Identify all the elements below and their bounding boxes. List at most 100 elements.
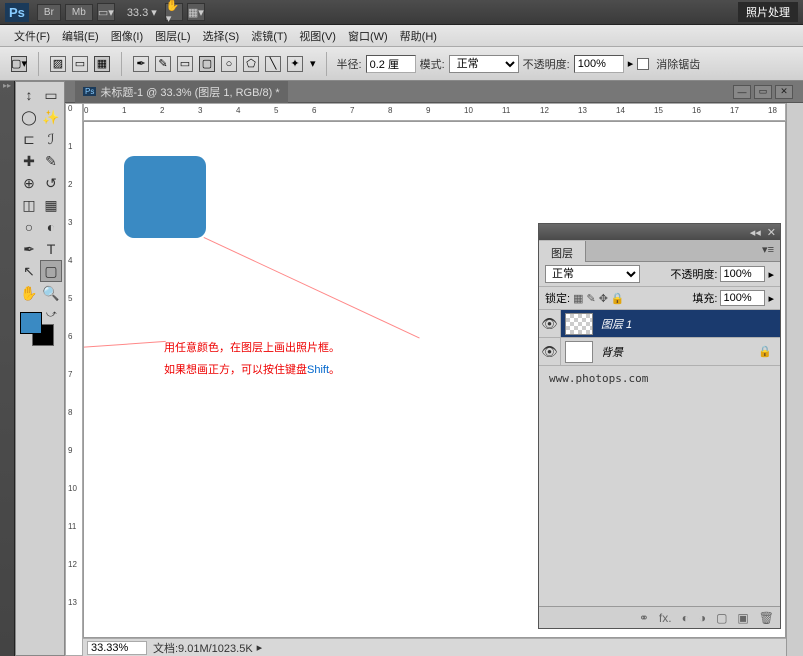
hand-tool-icon[interactable]: ✋ xyxy=(18,282,40,304)
watermark-url: www.photops.com xyxy=(539,366,780,391)
layer-name[interactable]: 图层 1 xyxy=(597,316,780,332)
visibility-icon[interactable]: 👁 xyxy=(539,310,561,337)
eraser-tool-icon[interactable]: ◫ xyxy=(18,194,40,216)
blend-mode-select[interactable]: 正常 xyxy=(545,265,640,283)
screen-mode-icon[interactable]: ▭▾ xyxy=(97,3,115,21)
zoom-display[interactable]: 33.3 ▾ xyxy=(127,6,157,19)
gradient-tool-icon[interactable]: ▦ xyxy=(40,194,62,216)
custom-shape-icon[interactable]: ✦ xyxy=(287,56,303,72)
adjustment-layer-icon[interactable]: ◑ xyxy=(699,611,706,625)
lock-pixels-icon[interactable]: ✎ xyxy=(586,292,595,305)
ruler-horizontal[interactable]: 0123456789101112131415161718 xyxy=(83,103,786,121)
menu-filter[interactable]: 滤镜(T) xyxy=(245,26,293,46)
history-brush-icon[interactable]: ↺ xyxy=(40,172,62,194)
menu-view[interactable]: 视图(V) xyxy=(293,26,342,46)
layer-thumbnail[interactable] xyxy=(565,341,593,363)
status-doc-size[interactable]: 文档:9.01M/1023.5K xyxy=(153,640,253,656)
pen-icon[interactable]: ✒ xyxy=(133,56,149,72)
mode-paths-icon[interactable]: ▭ xyxy=(72,56,88,72)
link-layers-icon[interactable]: ⚭ xyxy=(639,611,649,625)
crop-tool-icon[interactable]: ⊏ xyxy=(18,128,40,150)
move-tool-icon[interactable]: ↕ xyxy=(18,84,40,106)
minimize-icon[interactable]: — xyxy=(733,85,751,99)
radius-label: 半径: xyxy=(337,56,362,72)
opacity-input[interactable] xyxy=(574,55,624,73)
path-select-icon[interactable]: ↖ xyxy=(18,260,40,282)
bridge-button[interactable]: Br xyxy=(37,4,61,21)
flyout-icon[interactable]: ▸ xyxy=(768,292,774,305)
marquee-tool-icon[interactable]: ▭ xyxy=(40,84,62,106)
dodge-tool-icon[interactable]: ◐ xyxy=(40,216,62,238)
lock-all-icon[interactable]: 🔒 xyxy=(611,292,625,305)
menu-file[interactable]: 文件(F) xyxy=(8,26,56,46)
menu-help[interactable]: 帮助(H) xyxy=(394,26,443,46)
layer-thumbnail[interactable] xyxy=(565,313,593,335)
shape-tool-icon[interactable]: ▢ xyxy=(40,260,62,282)
group-icon[interactable]: ▢ xyxy=(716,611,727,625)
flyout-icon[interactable]: ▸ xyxy=(768,268,774,281)
opacity-flyout-icon[interactable]: ▸ xyxy=(628,57,634,70)
minibridge-button[interactable]: Mb xyxy=(65,4,93,21)
close-icon[interactable]: ✕ xyxy=(775,85,793,99)
arrange-icon[interactable]: ▦▾ xyxy=(187,3,205,21)
menu-image[interactable]: 图像(I) xyxy=(105,26,149,46)
layer-item[interactable]: 👁 图层 1 xyxy=(539,310,780,338)
foreground-swatch[interactable] xyxy=(20,312,42,334)
panel-menu-icon[interactable]: ▾≡ xyxy=(756,240,780,261)
mode-shape-layer-icon[interactable]: ▨ xyxy=(50,56,66,72)
new-layer-icon[interactable]: ▣ xyxy=(737,611,748,625)
layer-fill-input[interactable] xyxy=(720,290,765,306)
workspace-selector[interactable]: 照片处理 xyxy=(738,2,798,22)
panel-close-icon[interactable]: ✕ xyxy=(767,226,776,239)
document-tab[interactable]: Ps未标题-1 @ 33.3% (图层 1, RGB/8) * xyxy=(75,81,288,103)
line-icon[interactable]: ╲ xyxy=(265,56,281,72)
lock-transparency-icon[interactable]: ▦ xyxy=(573,292,583,305)
stamp-tool-icon[interactable]: ⊕ xyxy=(18,172,40,194)
heal-tool-icon[interactable]: ✚ xyxy=(18,150,40,172)
annotation-text: 用任意颜色，在图层上画出照片框。 如果想画正方，可以按住键盘Shift。 xyxy=(164,337,340,381)
visibility-icon[interactable]: 👁 xyxy=(539,338,561,365)
freeform-pen-icon[interactable]: ✎ xyxy=(155,56,171,72)
scrollbar-vertical[interactable] xyxy=(786,103,803,656)
tool-preset[interactable]: ▢▾ xyxy=(11,56,27,72)
delete-layer-icon[interactable]: 🗑 xyxy=(759,611,774,625)
brush-tool-icon[interactable]: ✎ xyxy=(40,150,62,172)
ruler-vertical[interactable]: 012345678910111213 xyxy=(65,103,83,656)
opacity-label: 不透明度: xyxy=(523,56,570,72)
menu-edit[interactable]: 编辑(E) xyxy=(56,26,105,46)
menu-layer[interactable]: 图层(L) xyxy=(149,26,196,46)
antialias-checkbox[interactable] xyxy=(637,58,649,70)
layer-item[interactable]: 👁 背景 🔒 xyxy=(539,338,780,366)
eyedropper-tool-icon[interactable]: ℐ xyxy=(40,128,62,150)
swap-colors-icon[interactable]: ⤻ xyxy=(46,309,57,320)
menu-select[interactable]: 选择(S) xyxy=(197,26,246,46)
radius-input[interactable] xyxy=(366,55,416,73)
pen-tool-icon[interactable]: ✒ xyxy=(18,238,40,260)
layer-name[interactable]: 背景 xyxy=(597,344,758,360)
hand-tool-icon[interactable]: ✋▾ xyxy=(165,3,183,21)
maximize-icon[interactable]: ▭ xyxy=(754,85,772,99)
zoom-tool-icon[interactable]: 🔍 xyxy=(40,282,62,304)
collapse-icon[interactable]: ◂◂ xyxy=(750,226,761,239)
lock-position-icon[interactable]: ✥ xyxy=(599,292,608,305)
lasso-tool-icon[interactable]: ◯ xyxy=(18,106,40,128)
mode-fill-pixels-icon[interactable]: ▦ xyxy=(94,56,110,72)
type-tool-icon[interactable]: T xyxy=(40,238,62,260)
layers-tab[interactable]: 图层 xyxy=(539,241,586,262)
color-swatches[interactable]: ⤻ xyxy=(18,312,62,352)
layer-fx-icon[interactable]: fx. xyxy=(659,611,672,625)
document-tab-bar: Ps未标题-1 @ 33.3% (图层 1, RGB/8) * — ▭ ✕ xyxy=(65,81,803,103)
panel-header[interactable]: ◂◂ ✕ xyxy=(539,224,780,240)
ellipse-icon[interactable]: ○ xyxy=(221,56,237,72)
rounded-rect-icon[interactable]: ▢ xyxy=(199,56,215,72)
wand-tool-icon[interactable]: ✨ xyxy=(40,106,62,128)
layer-mask-icon[interactable]: ◐ xyxy=(682,611,689,625)
blur-tool-icon[interactable]: ○ xyxy=(18,216,40,238)
blend-mode-select[interactable]: 正常 xyxy=(449,55,519,73)
menu-window[interactable]: 窗口(W) xyxy=(342,26,394,46)
polygon-icon[interactable]: ⬠ xyxy=(243,56,259,72)
status-zoom-input[interactable] xyxy=(87,641,147,655)
layer-opacity-input[interactable] xyxy=(720,266,765,282)
panel-dock-strip[interactable]: ▸▸ xyxy=(0,81,15,656)
rect-icon[interactable]: ▭ xyxy=(177,56,193,72)
